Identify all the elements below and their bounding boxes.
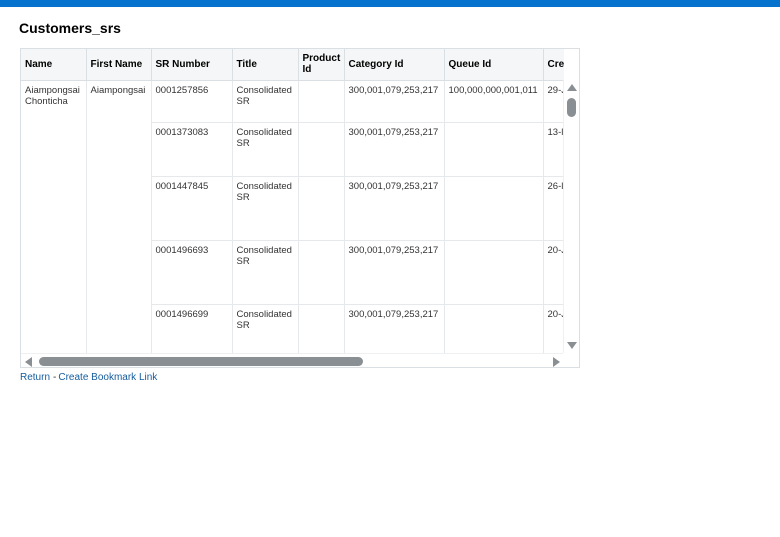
title-cell: Consolidated SR (232, 304, 299, 353)
queue-id-cell (444, 122, 544, 177)
category-id-cell: 300,001,079,253,217 (344, 122, 445, 177)
sr-number-cell: 0001257856 (151, 80, 233, 123)
table-viewport: Name First Name SR Number Title Product … (21, 49, 564, 353)
product-id-cell (298, 176, 345, 241)
product-id-cell (298, 80, 345, 123)
scroll-left-icon[interactable] (25, 357, 32, 367)
column-header-sr-number[interactable]: SR Number (151, 49, 233, 81)
queue-id-cell: 100,000,000,001,011 (444, 80, 544, 123)
name-cell: Aiampongsai Chonticha (21, 80, 87, 353)
table-row: Aiampongsai Chonticha Aiampongsai 000125… (21, 80, 564, 353)
column-header-name[interactable]: Name (21, 49, 87, 81)
created-date-cell: 13-l 202 11:3 AM (543, 122, 564, 177)
sr-number-cell: 0001496693 (151, 240, 233, 305)
page-title: Customers_srs (19, 20, 121, 36)
category-id-cell: 300,001,079,253,217 (344, 304, 445, 353)
scrollbar-corner (563, 353, 579, 367)
column-header-queue-id[interactable]: Queue Id (444, 49, 544, 81)
sr-number-cell: 0001373083 (151, 122, 233, 177)
created-date-cell: 26-l 202 11:0 AM (543, 176, 564, 241)
title-cell: Consolidated SR (232, 80, 299, 123)
queue-id-cell (444, 176, 544, 241)
horizontal-scroll-thumb[interactable] (39, 357, 363, 366)
created-date-cell: 20-J 202 2:44 (543, 240, 564, 305)
queue-id-cell (444, 304, 544, 353)
column-header-created-date[interactable]: Cre Dat (543, 49, 564, 81)
created-date-cell: 29-J 202 2:38 (543, 80, 564, 123)
top-accent-bar (0, 0, 780, 7)
link-separator: - (53, 372, 57, 383)
sr-number-cell: 0001496699 (151, 304, 233, 353)
results-table-frame: Name First Name SR Number Title Product … (20, 48, 580, 368)
scroll-right-icon[interactable] (553, 357, 560, 367)
category-id-cell: 300,001,079,253,217 (344, 176, 445, 241)
title-cell: Consolidated SR (232, 176, 299, 241)
horizontal-scrollbar[interactable] (21, 353, 564, 367)
vertical-scrollbar[interactable] (563, 80, 579, 353)
product-id-cell (298, 122, 345, 177)
create-bookmark-link[interactable]: Create Bookmark Link (58, 372, 157, 383)
sr-number-cell: 0001447845 (151, 176, 233, 241)
column-header-product-id[interactable]: Product Id (298, 49, 345, 81)
category-id-cell: 300,001,079,253,217 (344, 80, 445, 123)
column-header-title[interactable]: Title (232, 49, 299, 81)
column-header-first-name[interactable]: First Name (86, 49, 152, 81)
column-header-category-id[interactable]: Category Id (344, 49, 445, 81)
product-id-cell (298, 240, 345, 305)
category-id-cell: 300,001,079,253,217 (344, 240, 445, 305)
return-link[interactable]: Return (20, 372, 50, 383)
queue-id-cell (444, 240, 544, 305)
title-cell: Consolidated SR (232, 122, 299, 177)
scroll-up-icon[interactable] (567, 84, 577, 91)
vertical-scroll-thumb[interactable] (567, 98, 576, 117)
results-table: Name First Name SR Number Title Product … (21, 49, 564, 353)
first-name-cell: Aiampongsai (86, 80, 152, 353)
footer-links: Return - Create Bookmark Link (20, 372, 157, 383)
product-id-cell (298, 304, 345, 353)
created-date-cell: 20-J 202 2:46 (543, 304, 564, 353)
scroll-down-icon[interactable] (567, 342, 577, 349)
title-cell: Consolidated SR (232, 240, 299, 305)
table-header-row: Name First Name SR Number Title Product … (21, 49, 564, 81)
